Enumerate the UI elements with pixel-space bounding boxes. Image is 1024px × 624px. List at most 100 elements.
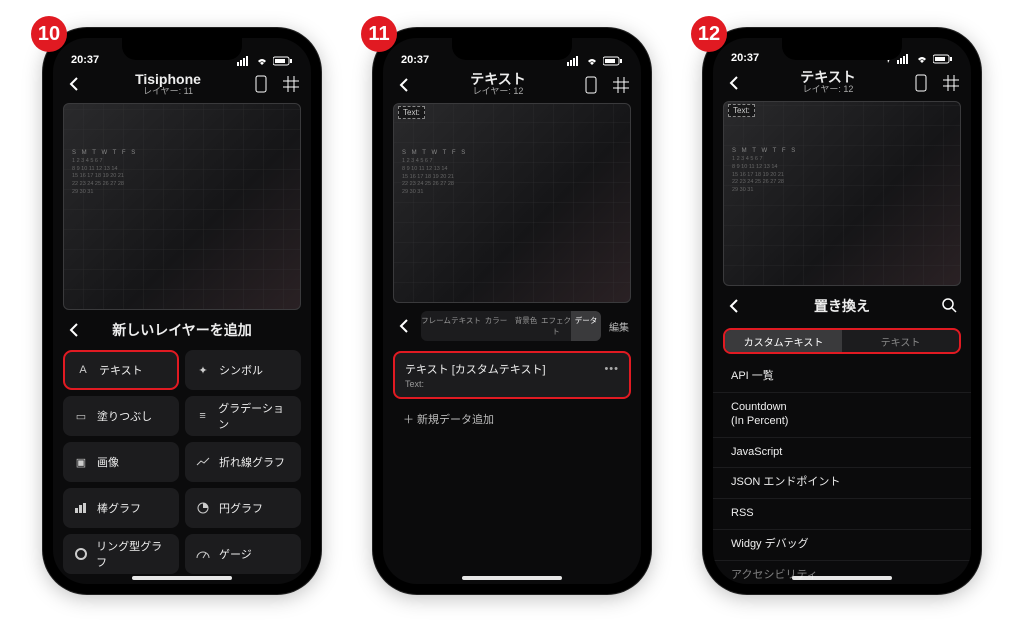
- tile-label: グラデーション: [218, 400, 291, 432]
- linechart-icon: [195, 454, 211, 470]
- data-item-title: テキスト [カスタムテキスト]: [405, 361, 619, 377]
- canvas-weekday-row: S M T W T F S: [402, 150, 622, 156]
- list-item[interactable]: Countdown (In Percent): [713, 393, 971, 438]
- page-subtitle: レイヤー: 12: [751, 85, 905, 95]
- panel-back-button[interactable]: [65, 321, 83, 339]
- step-badge-11: 11: [361, 16, 397, 52]
- data-souce-item[interactable]: テキスト [カスタムテキスト] Text: •••: [393, 351, 631, 399]
- panel-back-button[interactable]: [725, 297, 743, 315]
- tile-label: 折れ線グラフ: [219, 454, 285, 470]
- canvas-calendar-grid: 1 2 3 4 5 6 78 9 10 11 12 13 1415 16 17 …: [402, 158, 622, 196]
- back-button[interactable]: [723, 72, 745, 94]
- grid-icon[interactable]: [941, 73, 961, 93]
- tile-barchart[interactable]: 棒グラフ: [63, 488, 179, 528]
- list-item[interactable]: JSON エンドポイント: [713, 468, 971, 499]
- phone-frame: 20:37 Tisiphone レイヤー: 11: [43, 28, 321, 594]
- tile-ringchart[interactable]: リング型グラフ: [63, 534, 179, 574]
- seg-text[interactable]: テキスト: [842, 330, 959, 352]
- add-new-data-button[interactable]: ＋ 新規データ追加: [393, 403, 631, 435]
- gauge-icon: [195, 546, 211, 562]
- panel-title: 置き換え: [751, 296, 933, 316]
- piechart-icon: [195, 500, 211, 516]
- symbol-icon: ✦: [195, 362, 211, 378]
- search-icon[interactable]: [941, 297, 959, 315]
- tile-image[interactable]: ▣ 画像: [63, 442, 179, 482]
- tile-label: テキスト: [99, 362, 143, 378]
- image-icon: ▣: [73, 454, 89, 470]
- grid-icon[interactable]: [281, 74, 301, 94]
- page-title: テキスト: [421, 72, 575, 87]
- list-item[interactable]: RSS: [713, 499, 971, 530]
- signal-icon: [567, 56, 581, 66]
- fill-icon: ▭: [73, 408, 89, 424]
- status-time: 20:37: [401, 54, 429, 66]
- home-indicator[interactable]: [462, 576, 562, 580]
- canvas-weekday-row: S M T W T F S: [72, 150, 292, 156]
- tile-text[interactable]: A テキスト: [63, 350, 179, 390]
- seg-custom-text[interactable]: カスタムテキスト: [725, 330, 842, 352]
- list-item[interactable]: アクセシビリティ: [713, 561, 971, 584]
- tile-label: 棒グラフ: [97, 500, 141, 516]
- tab-effect[interactable]: エフェクト: [541, 311, 571, 341]
- canvas-preview[interactable]: Text: S M T W T F S 1 2 3 4 5 6 78 9 10 …: [723, 101, 961, 286]
- tile-label: リング型グラフ: [96, 538, 169, 570]
- data-source-list: API 一覧 Countdown (In Percent) JavaScript…: [713, 358, 971, 584]
- canvas-preview[interactable]: S M T W T F S 1 2 3 4 5 6 78 9 10 11 12 …: [63, 103, 301, 310]
- tab-frame[interactable]: フレーム: [421, 311, 451, 341]
- home-indicator[interactable]: [132, 576, 232, 580]
- panel-back-button[interactable]: [393, 315, 415, 337]
- back-button[interactable]: [393, 74, 415, 96]
- list-item[interactable]: Widgy デバッグ: [713, 530, 971, 561]
- battery-icon: [933, 54, 953, 64]
- tab-bgcolor[interactable]: 背景色: [511, 311, 541, 341]
- tab-text[interactable]: テキスト: [451, 311, 481, 341]
- tile-gauge[interactable]: ゲージ: [185, 534, 301, 574]
- edit-button[interactable]: 編集: [607, 319, 631, 334]
- page-title: Tisiphone: [91, 72, 245, 87]
- tile-label: ゲージ: [219, 546, 252, 562]
- canvas-calendar-grid: 1 2 3 4 5 6 78 9 10 11 12 13 1415 16 17 …: [72, 158, 292, 196]
- canvas-calendar-grid: 1 2 3 4 5 6 78 9 10 11 12 13 1415 16 17 …: [732, 156, 952, 194]
- tab-color[interactable]: カラー: [481, 311, 511, 341]
- home-indicator[interactable]: [792, 576, 892, 580]
- layer-type-grid: A テキスト ✦ シンボル ▭ 塗りつぶし ≡ グラデーション ▣ 画像 折れ線グラフ 棒…: [53, 346, 311, 584]
- list-item[interactable]: JavaScript: [713, 438, 971, 469]
- data-item-subtitle: Text:: [405, 379, 619, 389]
- phone-preview-icon[interactable]: [911, 73, 931, 93]
- step-badge-10: 10: [31, 16, 67, 52]
- tile-gradient[interactable]: ≡ グラデーション: [185, 396, 301, 436]
- grid-icon[interactable]: [611, 75, 631, 95]
- tile-label: 画像: [97, 454, 119, 470]
- barchart-icon: [73, 500, 89, 516]
- notch: [452, 38, 572, 60]
- tile-label: 塗りつぶし: [97, 408, 152, 424]
- gradient-icon: ≡: [195, 408, 210, 424]
- property-tab-bar: フレーム テキスト カラー 背景色 エフェクト データ: [421, 311, 601, 341]
- more-icon[interactable]: •••: [604, 363, 619, 375]
- back-button[interactable]: [63, 73, 85, 95]
- battery-icon: [273, 56, 293, 66]
- phone-frame: 20:37 テキスト レイヤー: 12: [703, 28, 981, 594]
- ringchart-icon: [73, 546, 88, 562]
- list-item[interactable]: API 一覧: [713, 362, 971, 393]
- page-subtitle: レイヤー: 12: [421, 87, 575, 97]
- tile-fill[interactable]: ▭ 塗りつぶし: [63, 396, 179, 436]
- tile-linechart[interactable]: 折れ線グラフ: [185, 442, 301, 482]
- tile-label: 円グラフ: [219, 500, 263, 516]
- canvas-weekday-row: S M T W T F S: [732, 148, 952, 154]
- phone-preview-icon[interactable]: [581, 75, 601, 95]
- notch: [782, 38, 902, 60]
- wifi-icon: [585, 56, 599, 66]
- phone-frame: 20:37 テキスト レイヤー: 12: [373, 28, 651, 594]
- status-time: 20:37: [731, 52, 759, 64]
- tile-symbol[interactable]: ✦ シンボル: [185, 350, 301, 390]
- text-icon: A: [75, 362, 91, 378]
- notch: [122, 38, 242, 60]
- phone-preview-icon[interactable]: [251, 74, 271, 94]
- tile-piechart[interactable]: 円グラフ: [185, 488, 301, 528]
- tile-label: シンボル: [219, 362, 263, 378]
- tab-data[interactable]: データ: [571, 311, 601, 341]
- page-subtitle: レイヤー: 11: [91, 87, 245, 97]
- replace-mode-segment: カスタムテキスト テキスト: [723, 328, 961, 354]
- canvas-preview[interactable]: Text: S M T W T F S 1 2 3 4 5 6 78 9 10 …: [393, 103, 631, 303]
